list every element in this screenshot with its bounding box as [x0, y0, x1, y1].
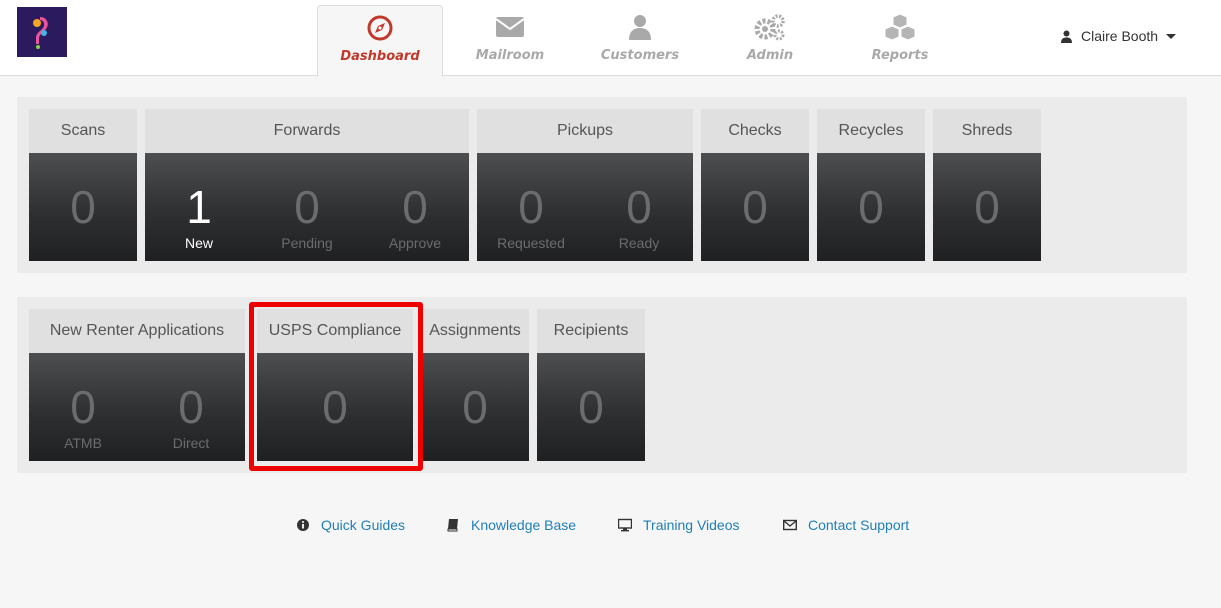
- caret-down-icon: [1166, 33, 1177, 39]
- tile-forwards-title: Forwards: [145, 109, 469, 153]
- tile-recipients[interactable]: Recipients 0: [537, 309, 645, 461]
- new-renter-direct-label: Direct: [172, 435, 210, 451]
- tile-shreds-body: 0: [933, 153, 1041, 261]
- forwards-approve-label: Approve: [388, 235, 442, 251]
- tile-recipients-body: 0: [537, 353, 645, 461]
- forwards-new[interactable]: 1 New: [145, 153, 253, 261]
- tab-mailroom-label: Mailroom: [475, 48, 545, 63]
- logo-mark-icon: [17, 7, 67, 57]
- pickups-ready-label: Ready: [618, 235, 660, 251]
- tile-scans[interactable]: Scans 0: [29, 109, 137, 261]
- forwards-pending-count: 0: [294, 181, 320, 233]
- tab-reports-label: Reports: [871, 48, 929, 63]
- pickups-requested-label: Requested: [497, 235, 565, 251]
- link-knowledge-base-label: Knowledge Base: [471, 517, 577, 533]
- user-small-icon: [1061, 30, 1072, 43]
- company-logo[interactable]: [17, 7, 67, 57]
- user-name: Claire Booth: [1081, 28, 1159, 44]
- usps-count: 0: [322, 381, 348, 433]
- tab-customers[interactable]: Customers: [577, 5, 703, 76]
- checks-count: 0: [742, 181, 768, 233]
- tile-usps-body: 0: [257, 353, 413, 461]
- tile-pickups-title: Pickups: [477, 109, 693, 153]
- pickups-ready[interactable]: 0 Ready: [585, 153, 693, 261]
- link-training-videos[interactable]: Training Videos: [618, 517, 740, 533]
- link-contact-support-label: Contact Support: [808, 517, 910, 533]
- tab-dashboard-label: Dashboard: [340, 49, 420, 64]
- new-renter-atmb-count: 0: [70, 381, 96, 433]
- forwards-approve[interactable]: 0 Approve: [361, 153, 469, 261]
- tile-assignments-body: 0: [421, 353, 529, 461]
- envelope-icon: [447, 13, 573, 43]
- tile-checks-title: Checks: [701, 109, 809, 153]
- forwards-new-label: New: [184, 235, 213, 251]
- tile-pickups-body: 0 Requested 0 Ready: [477, 153, 693, 261]
- top-header: Dashboard Mailroom Customers Admin Repor…: [0, 0, 1221, 77]
- help-links: Quick Guides Knowledge Base Training Vid…: [0, 517, 1221, 537]
- tile-shreds-title: Shreds: [933, 109, 1041, 153]
- tile-shreds[interactable]: Shreds 0: [933, 109, 1041, 261]
- tile-recycles-title: Recycles: [817, 109, 925, 153]
- envelope-outline-icon: [783, 519, 797, 531]
- new-renter-direct[interactable]: 0 Direct: [137, 353, 245, 461]
- tile-new-renter-applications[interactable]: New Renter Applications 0 ATMB 0 Direct: [29, 309, 245, 461]
- link-quick-guides-label: Quick Guides: [321, 517, 406, 533]
- tile-new-renter-body: 0 ATMB 0 Direct: [29, 353, 245, 461]
- new-renter-atmb[interactable]: 0 ATMB: [29, 353, 137, 461]
- stats-panel-customers: New Renter Applications 0 ATMB 0 Direct …: [17, 297, 1187, 473]
- tile-recipients-title: Recipients: [537, 309, 645, 353]
- tab-mailroom[interactable]: Mailroom: [447, 5, 573, 76]
- assignments-count: 0: [462, 381, 488, 433]
- user-icon: [577, 13, 703, 43]
- tile-usps-title: USPS Compliance: [257, 309, 413, 353]
- pickups-requested-count: 0: [518, 181, 544, 233]
- cubes-icon: [837, 13, 963, 43]
- link-training-videos-label: Training Videos: [643, 517, 740, 533]
- tile-pickups[interactable]: Pickups 0 Requested 0 Ready: [477, 109, 693, 261]
- tile-forwards-body: 1 New 0 Pending 0 Approve: [145, 153, 469, 261]
- forwards-new-count: 1: [186, 181, 212, 233]
- scans-count: 0: [70, 181, 96, 233]
- tile-assignments[interactable]: Assignments 0: [421, 309, 529, 461]
- tab-dashboard[interactable]: Dashboard: [317, 5, 443, 77]
- tile-scans-body: 0: [29, 153, 137, 261]
- forwards-pending[interactable]: 0 Pending: [253, 153, 361, 261]
- link-contact-support[interactable]: Contact Support: [783, 517, 909, 533]
- user-menu[interactable]: Claire Booth: [1060, 27, 1177, 45]
- pickups-requested[interactable]: 0 Requested: [477, 153, 585, 261]
- tile-usps-compliance[interactable]: USPS Compliance 0: [257, 309, 413, 461]
- tile-checks[interactable]: Checks 0: [701, 109, 809, 261]
- recipients-count: 0: [578, 381, 604, 433]
- tab-customers-label: Customers: [600, 48, 680, 63]
- tile-recycles-body: 0: [817, 153, 925, 261]
- shreds-count: 0: [974, 181, 1000, 233]
- book-icon: [447, 519, 458, 532]
- info-circle-icon: [297, 519, 309, 531]
- gears-icon: [707, 13, 833, 43]
- tile-assignments-title: Assignments: [421, 309, 529, 353]
- compass-icon: [318, 14, 442, 44]
- new-renter-direct-count: 0: [178, 381, 204, 433]
- tile-scans-title: Scans: [29, 109, 137, 153]
- recycles-count: 0: [858, 181, 884, 233]
- tab-admin-label: Admin: [746, 48, 794, 63]
- tile-checks-body: 0: [701, 153, 809, 261]
- stats-panel-mail: Scans 0 Forwards 1 New 0 Pending 0 Appro…: [17, 97, 1187, 273]
- link-knowledge-base[interactable]: Knowledge Base: [446, 517, 576, 533]
- tile-new-renter-title: New Renter Applications: [29, 309, 245, 353]
- desktop-icon: [618, 518, 632, 532]
- pickups-ready-count: 0: [626, 181, 652, 233]
- forwards-approve-count: 0: [402, 181, 428, 233]
- tile-recycles[interactable]: Recycles 0: [817, 109, 925, 261]
- new-renter-atmb-label: ATMB: [64, 435, 102, 451]
- link-quick-guides[interactable]: Quick Guides: [296, 517, 405, 533]
- forwards-pending-label: Pending: [281, 235, 333, 251]
- tile-forwards[interactable]: Forwards 1 New 0 Pending 0 Approve: [145, 109, 469, 261]
- tab-reports[interactable]: Reports: [837, 5, 963, 76]
- tab-admin[interactable]: Admin: [707, 5, 833, 76]
